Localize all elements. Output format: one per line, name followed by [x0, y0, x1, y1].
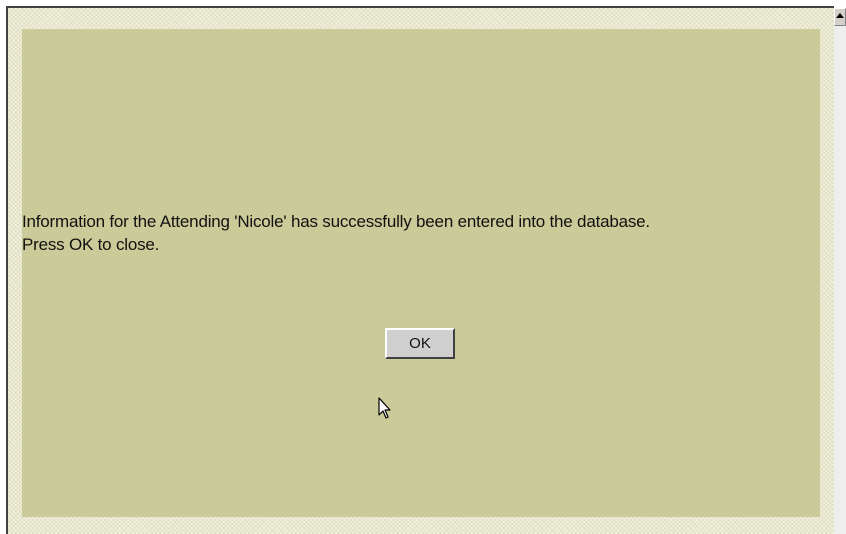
- ok-button[interactable]: OK: [385, 328, 455, 359]
- vertical-scrollbar[interactable]: [834, 8, 846, 534]
- scroll-up-button[interactable]: [834, 8, 846, 26]
- message-line-2: Press OK to close.: [22, 235, 160, 254]
- message-line-1: Information for the Attending 'Nicole' h…: [22, 212, 650, 231]
- confirmation-message: Information for the Attending 'Nicole' h…: [22, 210, 822, 256]
- frame-border-left: [6, 6, 8, 534]
- dialog-window: Information for the Attending 'Nicole' h…: [0, 0, 846, 534]
- mouse-pointer-icon: [378, 397, 391, 419]
- content-panel: [22, 29, 820, 517]
- scroll-up-arrow-icon: [836, 13, 844, 18]
- frame-border-top: [6, 6, 834, 8]
